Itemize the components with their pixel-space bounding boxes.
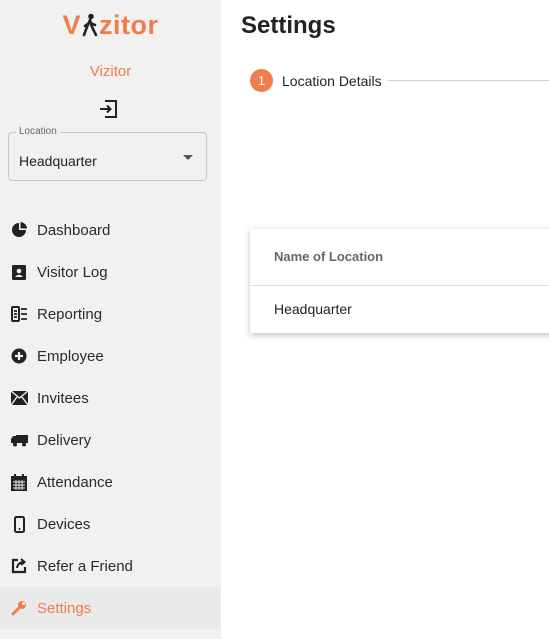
sidebar-item-label: Settings [37,599,92,617]
truck-icon [10,431,28,449]
sidebar-item-settings[interactable]: Settings [0,587,221,629]
sidebar-item-dashboard[interactable]: Dashboard [0,209,221,251]
sidebar-item-devices[interactable]: Devices [0,503,221,545]
sidebar-item-employee[interactable]: Employee [0,335,221,377]
share-icon [10,557,28,575]
contact-book-icon [10,263,28,281]
app-name: Vizitor [89,63,132,80]
stepper-step[interactable]: 1 Location Details [250,69,382,92]
location-select[interactable]: Location Headquarter [8,126,207,181]
sidebar-item-label: Attendance [37,473,113,491]
phone-icon [10,515,28,533]
logo-prefix: V [62,10,81,40]
step-label: Location Details [282,72,382,89]
sidebar-item-delivery[interactable]: Delivery [0,419,221,461]
report-icon [10,305,28,323]
walking-person-icon [82,13,98,37]
locations-table: Name of Location Headquarter [250,229,549,333]
sidebar-item-label: Invitees [37,389,89,407]
sidebar-nav: Dashboard Visitor Log Reporting Employee… [0,209,221,629]
logo-suffix: zitor [99,10,159,40]
logout-button[interactable] [98,98,120,120]
wrench-icon [10,599,28,617]
sidebar-item-label: Employee [37,347,104,365]
stepper-connector [388,80,549,81]
envelope-icon [10,389,28,407]
pie-chart-icon [10,221,28,239]
sidebar: V zitor Vizitor Location Headquarter Das… [0,0,221,639]
sidebar-item-label: Delivery [37,431,92,449]
caret-down-icon [183,155,193,160]
column-header-name-of-location[interactable]: Name of Location [274,249,383,264]
table-row[interactable]: Headquarter [274,301,352,317]
sidebar-item-refer-a-friend[interactable]: Refer a Friend [0,545,221,587]
vizitor-logo[interactable]: V zitor [0,10,221,41]
table-divider [250,285,549,286]
sidebar-item-label: Reporting [37,305,103,323]
sidebar-item-label: Devices [37,515,91,533]
page-title: Settings [241,12,336,39]
sidebar-item-label: Refer a Friend [37,557,133,575]
sidebar-item-visitor-log[interactable]: Visitor Log [0,251,221,293]
sidebar-item-invitees[interactable]: Invitees [0,377,221,419]
step-number-badge: 1 [250,69,273,92]
sidebar-item-reporting[interactable]: Reporting [0,293,221,335]
location-value: Headquarter [19,153,97,169]
location-label: Location [16,126,60,137]
sidebar-item-attendance[interactable]: Attendance [0,461,221,503]
calendar-icon [10,473,28,491]
sidebar-item-label: Dashboard [37,221,111,239]
plus-circle-icon [10,347,28,365]
sign-out-icon [100,100,117,118]
sidebar-item-label: Visitor Log [37,263,108,281]
